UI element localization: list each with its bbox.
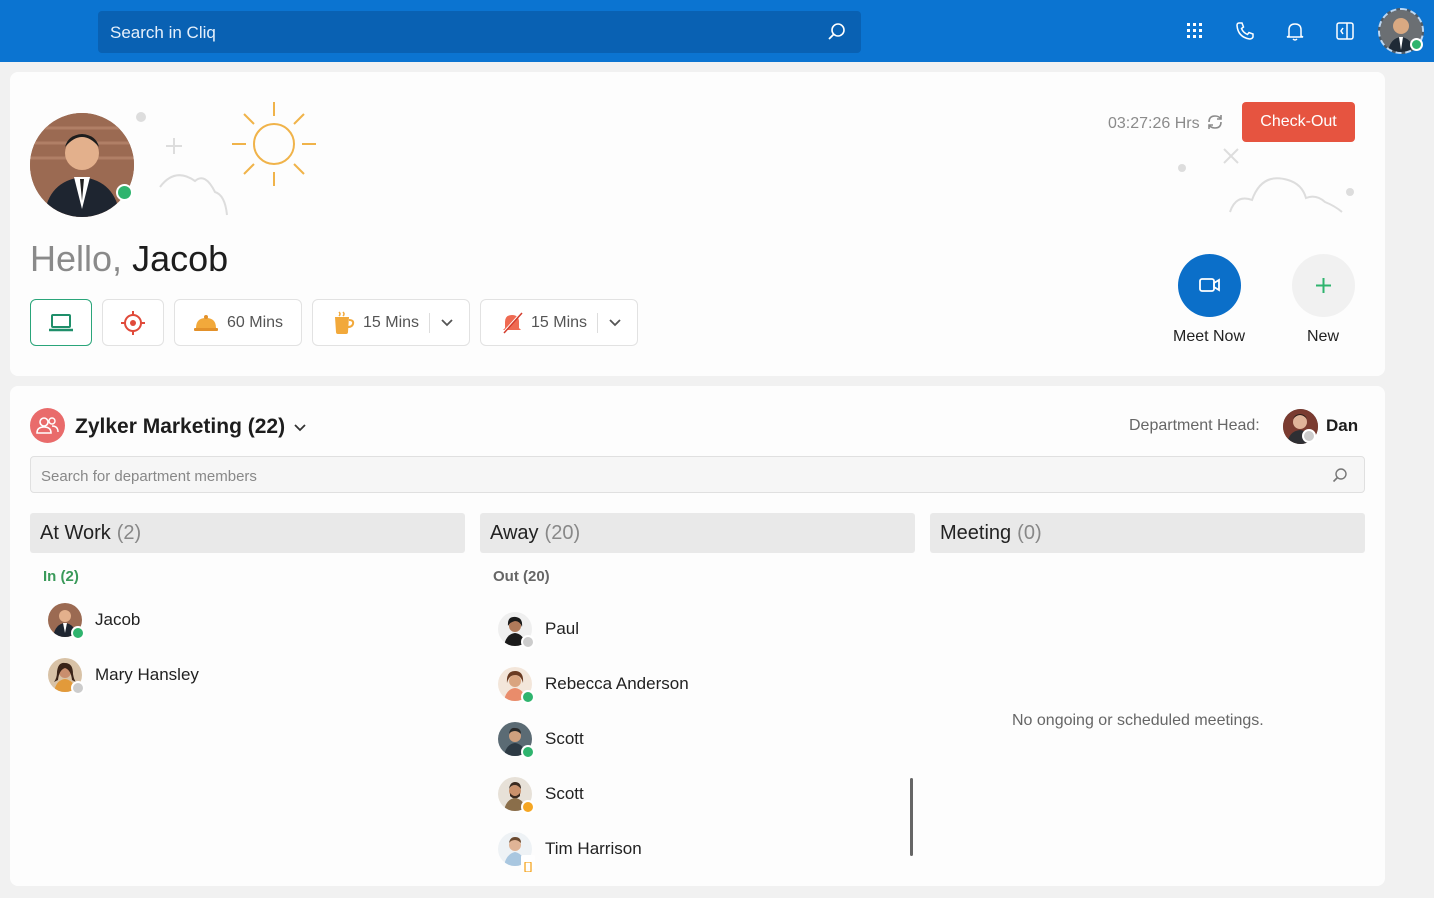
laptop-icon xyxy=(49,313,73,331)
food-cloche-icon xyxy=(194,314,218,331)
in-subheading: In (2) xyxy=(43,568,79,585)
bell-icon[interactable] xyxy=(1284,20,1306,42)
column-meeting-header[interactable]: Meeting (0) xyxy=(930,513,1365,553)
member-row[interactable]: Rebecca Anderson xyxy=(498,667,689,704)
lunch-break-label: 60 Mins xyxy=(227,313,284,331)
column-title: At Work xyxy=(40,522,111,544)
bell-off-icon xyxy=(502,311,523,334)
away-list-scrollbar[interactable] xyxy=(910,778,913,856)
department-head-name: Dan xyxy=(1326,416,1359,435)
side-panel-icon[interactable] xyxy=(1334,20,1356,42)
apps-grid-icon[interactable] xyxy=(1184,20,1206,42)
member-row[interactable]: Tim Harrison xyxy=(498,832,642,873)
global-search-placeholder: Search in Cliq xyxy=(110,23,216,42)
member-row[interactable]: Jacob xyxy=(48,603,141,640)
column-at-work-header[interactable]: At Work (2) xyxy=(30,513,465,553)
search-icon[interactable] xyxy=(827,22,847,42)
work-timer-value: 03:27:26 Hrs xyxy=(1108,115,1200,132)
profile-status-dot xyxy=(1410,38,1423,51)
department-head-status-dot xyxy=(1302,429,1316,443)
member-row[interactable]: Mary Hansley xyxy=(48,658,199,695)
member-name: Rebecca Anderson xyxy=(545,674,689,693)
work-timer: 03:27:26 Hrs xyxy=(1108,113,1224,133)
cloud-illustration-right xyxy=(1178,148,1354,213)
work-mode-button[interactable] xyxy=(30,299,92,346)
dnd-button[interactable]: 15 Mins xyxy=(480,299,638,346)
chevron-down-icon[interactable] xyxy=(440,318,454,328)
member-row[interactable]: Paul xyxy=(498,612,580,649)
user-status-dot xyxy=(116,184,133,201)
dnd-label: 15 Mins xyxy=(531,313,588,331)
greeting-name: Jacob xyxy=(132,238,229,279)
greeting-card: Hello, Jacob 60 Mins 15 Mins 15 Mins 03:… xyxy=(10,72,1385,376)
member-row[interactable]: Scott xyxy=(498,722,584,759)
meet-now-label: Meet Now xyxy=(1172,328,1246,345)
column-count: (20) xyxy=(544,522,581,544)
greeting-text: Hello, Jacob xyxy=(30,238,228,280)
user-avatar[interactable] xyxy=(30,113,134,217)
member-name: Jacob xyxy=(95,610,141,629)
member-name: Scott xyxy=(545,784,584,803)
video-camera-icon xyxy=(1199,278,1220,292)
department-card: Zylker Marketing (22) Department Head: D… xyxy=(10,386,1385,886)
member-avatar xyxy=(498,777,535,814)
department-selector[interactable]: Zylker Marketing (22) xyxy=(75,415,307,439)
focus-mode-button[interactable] xyxy=(102,299,164,346)
refresh-icon[interactable] xyxy=(1206,113,1224,131)
meet-now-button[interactable] xyxy=(1178,254,1241,317)
member-avatar xyxy=(498,722,535,759)
coffee-cup-icon xyxy=(335,310,355,334)
column-count: (0) xyxy=(1017,522,1042,544)
coffee-break-label: 15 Mins xyxy=(363,313,420,331)
member-avatar xyxy=(498,832,535,873)
department-icon xyxy=(30,408,65,443)
chevron-down-icon[interactable] xyxy=(608,318,622,328)
plus-icon xyxy=(1316,278,1331,293)
member-avatar xyxy=(48,603,85,640)
member-name: Paul xyxy=(545,619,580,638)
target-icon xyxy=(121,310,145,335)
mobile-status-icon xyxy=(524,861,532,873)
search-icon[interactable] xyxy=(1332,467,1348,483)
new-label: New xyxy=(1306,328,1339,345)
greeting-prefix: Hello, xyxy=(30,238,123,279)
chevron-down-icon xyxy=(294,424,306,432)
member-avatar xyxy=(498,612,535,649)
phone-icon[interactable] xyxy=(1234,20,1256,42)
sun-clouds-illustration xyxy=(136,102,316,216)
member-name: Tim Harrison xyxy=(545,839,642,858)
column-title: Away xyxy=(490,522,539,544)
department-title: Zylker Marketing (22) xyxy=(75,415,286,438)
member-search-placeholder: Search for department members xyxy=(41,468,257,485)
new-button[interactable] xyxy=(1292,254,1355,317)
meetings-empty-message: No ongoing or scheduled meetings. xyxy=(1012,712,1264,729)
department-head-label: Department Head: xyxy=(1129,417,1260,434)
column-title: Meeting xyxy=(940,522,1012,544)
member-avatar xyxy=(498,667,535,704)
column-away-header[interactable]: Away (20) xyxy=(480,513,915,553)
member-search-input[interactable]: Search for department members xyxy=(30,456,1365,493)
lunch-break-button[interactable]: 60 Mins xyxy=(174,299,302,346)
member-name: Mary Hansley xyxy=(95,665,199,684)
member-avatar xyxy=(48,658,85,695)
member-row[interactable]: Scott xyxy=(498,777,584,814)
coffee-break-button[interactable]: 15 Mins xyxy=(312,299,470,346)
column-count: (2) xyxy=(116,522,142,544)
member-name: Scott xyxy=(545,729,584,748)
global-search-input[interactable]: Search in Cliq xyxy=(98,11,861,53)
out-subheading: Out (20) xyxy=(493,568,550,585)
top-bar: Search in Cliq xyxy=(0,0,1434,62)
check-out-button[interactable]: Check-Out xyxy=(1242,102,1355,142)
